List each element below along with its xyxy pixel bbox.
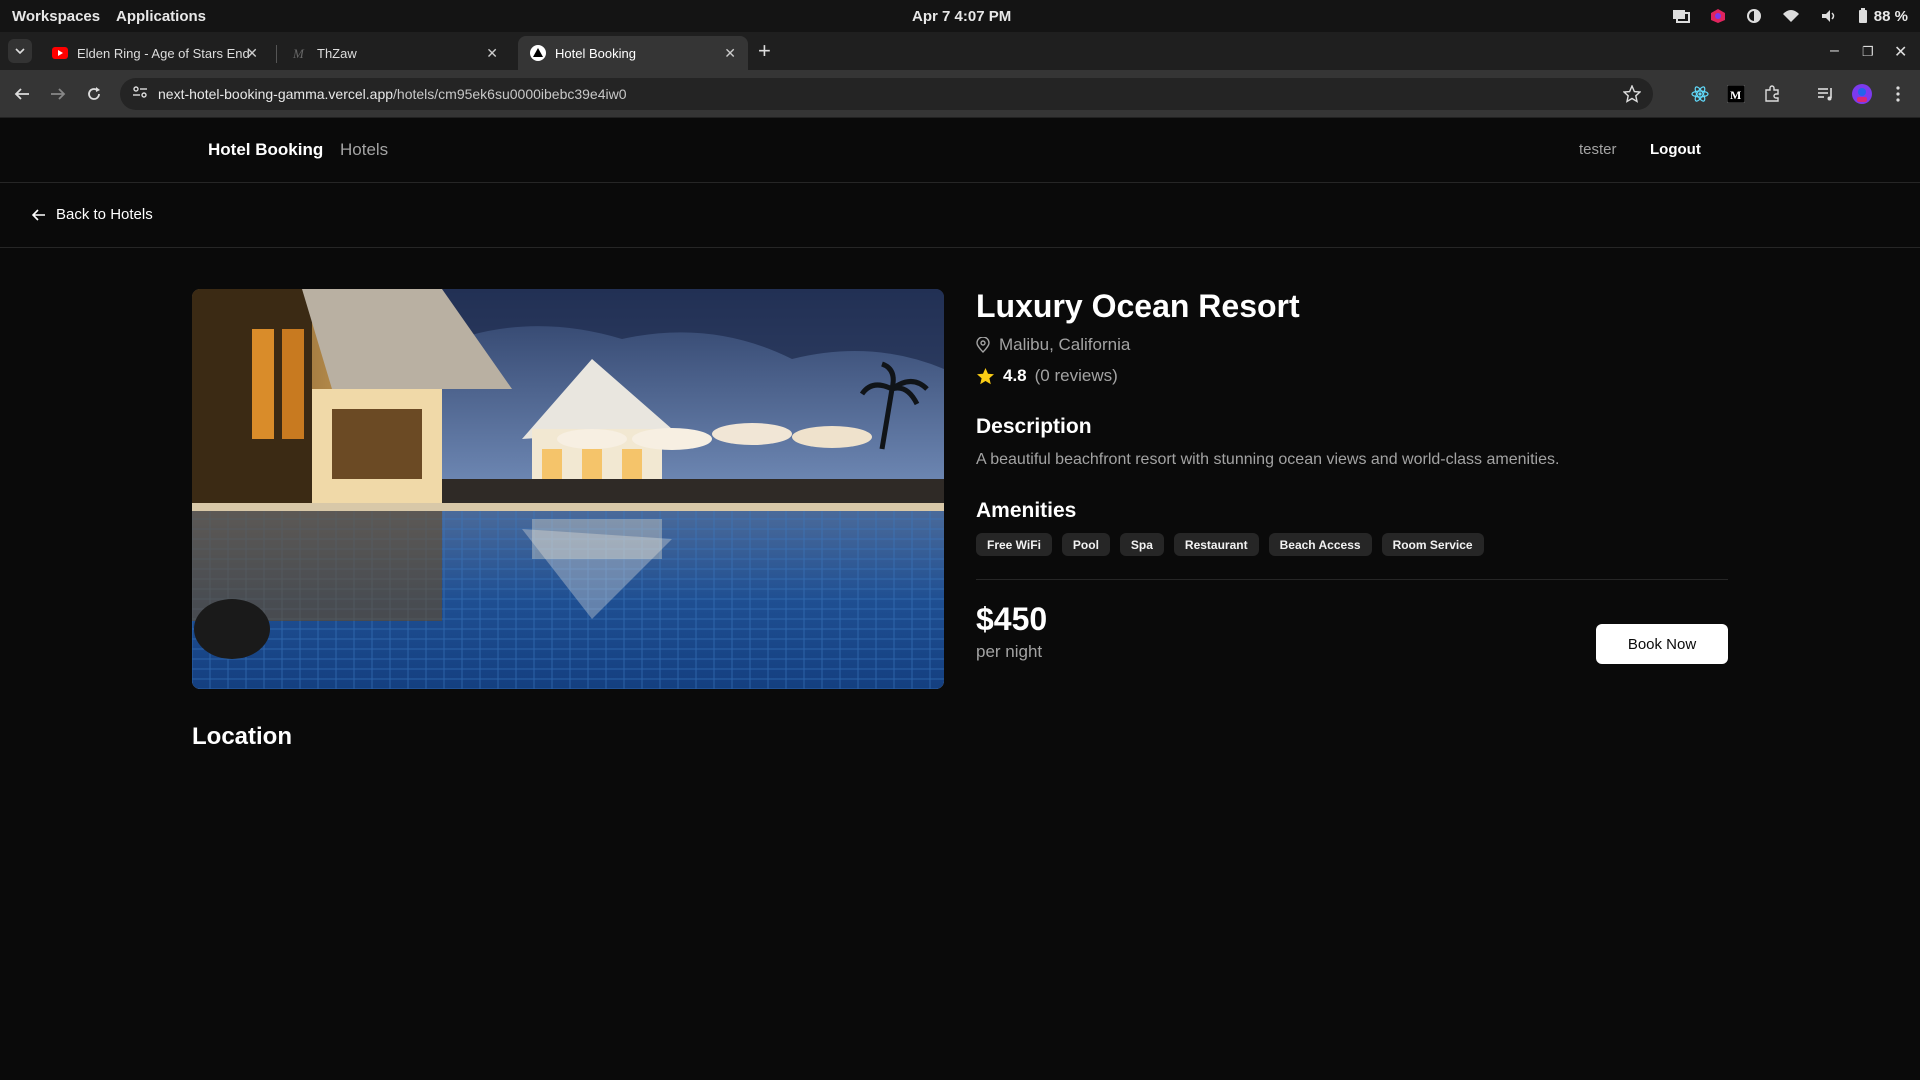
amenities-list: Free WiFi Pool Spa Restaurant Beach Acce… [976, 533, 1484, 556]
battery-indicator[interactable]: 88 % [1858, 8, 1908, 25]
new-tab-button[interactable]: + [758, 40, 771, 62]
bookmark-star-icon[interactable] [1622, 84, 1642, 108]
profile-avatar-icon[interactable] [1852, 84, 1872, 104]
tab-title: Elden Ring - Age of Stars Endgame [77, 45, 249, 61]
back-arrow-icon[interactable] [12, 84, 32, 104]
wifi-icon[interactable] [1782, 9, 1800, 23]
hotel-location: Malibu, California [976, 335, 1130, 355]
amenity-chip: Spa [1119, 533, 1164, 556]
battery-percent: 88 % [1873, 7, 1908, 25]
back-label: Back to Hotels [56, 206, 153, 223]
svg-text:M: M [292, 46, 305, 61]
close-icon[interactable]: ✕ [724, 45, 736, 62]
chevron-down-icon [15, 48, 25, 54]
url-path: /hotels/cm95ek6su0000ibebc39e4iw0 [393, 86, 627, 102]
nav-hotels-link[interactable]: Hotels [340, 140, 388, 160]
amenity-chip: Room Service [1381, 533, 1484, 556]
site-info-icon[interactable] [132, 85, 148, 104]
divider [976, 579, 1728, 580]
tab-hotel-booking[interactable]: Hotel Booking ✕ [518, 36, 748, 70]
logout-button[interactable]: Logout [1650, 141, 1701, 158]
tab-title: ThZaw [317, 45, 357, 61]
address-bar[interactable]: next-hotel-booking-gamma.vercel.app/hote… [120, 78, 1653, 110]
username: tester [1579, 141, 1617, 158]
youtube-icon [52, 45, 68, 61]
review-count: (0 reviews) [1034, 366, 1118, 385]
location-text: Malibu, California [999, 335, 1131, 354]
back-to-hotels-link[interactable]: Back to Hotels [32, 206, 153, 223]
amenity-chip: Beach Access [1268, 533, 1372, 556]
workspaces-menu[interactable]: Workspaces [12, 8, 100, 25]
medium-extension-icon[interactable]: M [1726, 84, 1746, 104]
book-now-button[interactable]: Book Now [1596, 624, 1728, 664]
screen-icon[interactable] [1672, 8, 1690, 24]
contrast-icon[interactable] [1746, 8, 1762, 24]
back-bar: Back to Hotels [0, 184, 1920, 248]
amenities-heading: Amenities [976, 499, 1077, 522]
hotel-photo [192, 289, 944, 689]
amenity-chip: Pool [1061, 533, 1110, 556]
applications-menu[interactable]: Applications [116, 8, 206, 25]
arrow-left-icon [32, 208, 45, 221]
amenity-chip: Restaurant [1173, 533, 1259, 556]
window-close-icon[interactable]: ✕ [1894, 42, 1907, 62]
reload-icon[interactable] [84, 84, 104, 104]
app-indicator-icon[interactable] [1710, 8, 1726, 24]
browser-tab-strip: Elden Ring - Age of Stars Endgame ✕ M Th… [0, 32, 1920, 70]
system-tray: 88 % [1672, 8, 1908, 25]
brand-link[interactable]: Hotel Booking [208, 140, 323, 160]
restore-icon[interactable]: ❐ [1862, 44, 1874, 60]
price-unit: per night [976, 642, 1043, 661]
map-pin-icon [976, 337, 990, 353]
react-devtools-icon[interactable] [1690, 84, 1710, 104]
os-top-bar: Workspaces Applications Apr 7 4:07 PM 88… [0, 0, 1920, 32]
browser-menu-icon[interactable] [1888, 84, 1908, 104]
amenity-chip: Free WiFi [976, 533, 1052, 556]
url-host: next-hotel-booking-gamma.vercel.app [158, 86, 394, 102]
close-icon[interactable]: ✕ [246, 45, 258, 62]
forward-arrow-icon[interactable] [48, 84, 68, 104]
location-heading: Location [192, 723, 292, 750]
rating-value: 4.8 [1003, 366, 1027, 385]
media-controls-icon[interactable] [1816, 84, 1836, 104]
close-icon[interactable]: ✕ [486, 45, 498, 62]
volume-icon[interactable] [1820, 8, 1838, 24]
vercel-icon [530, 45, 546, 61]
description-heading: Description [976, 415, 1092, 438]
tab-elden-ring[interactable]: Elden Ring - Age of Stars Endgame ✕ [40, 36, 270, 70]
extensions-puzzle-icon[interactable] [1762, 84, 1782, 104]
url-text: next-hotel-booking-gamma.vercel.app/hote… [158, 86, 627, 102]
tab-thzaw[interactable]: M ThZaw ✕ [280, 36, 510, 70]
thzaw-icon: M [292, 45, 308, 61]
browser-toolbar: next-hotel-booking-gamma.vercel.app/hote… [0, 70, 1920, 118]
star-icon [977, 368, 994, 385]
svg-text:M: M [1730, 88, 1741, 102]
price: $450 [976, 601, 1048, 637]
clock[interactable]: Apr 7 4:07 PM [912, 8, 1011, 25]
app-header: Hotel Booking Hotels tester Logout [0, 118, 1920, 183]
tab-search-button[interactable] [8, 39, 32, 63]
battery-icon [1858, 8, 1867, 23]
hotel-rating: 4.8 (0 reviews) [976, 366, 1118, 386]
tab-separator [276, 45, 277, 63]
tab-title: Hotel Booking [555, 45, 636, 61]
minimize-icon[interactable]: – [1830, 42, 1839, 60]
hotel-description: A beautiful beachfront resort with stunn… [976, 451, 1560, 468]
hotel-name: Luxury Ocean Resort [976, 288, 1300, 324]
